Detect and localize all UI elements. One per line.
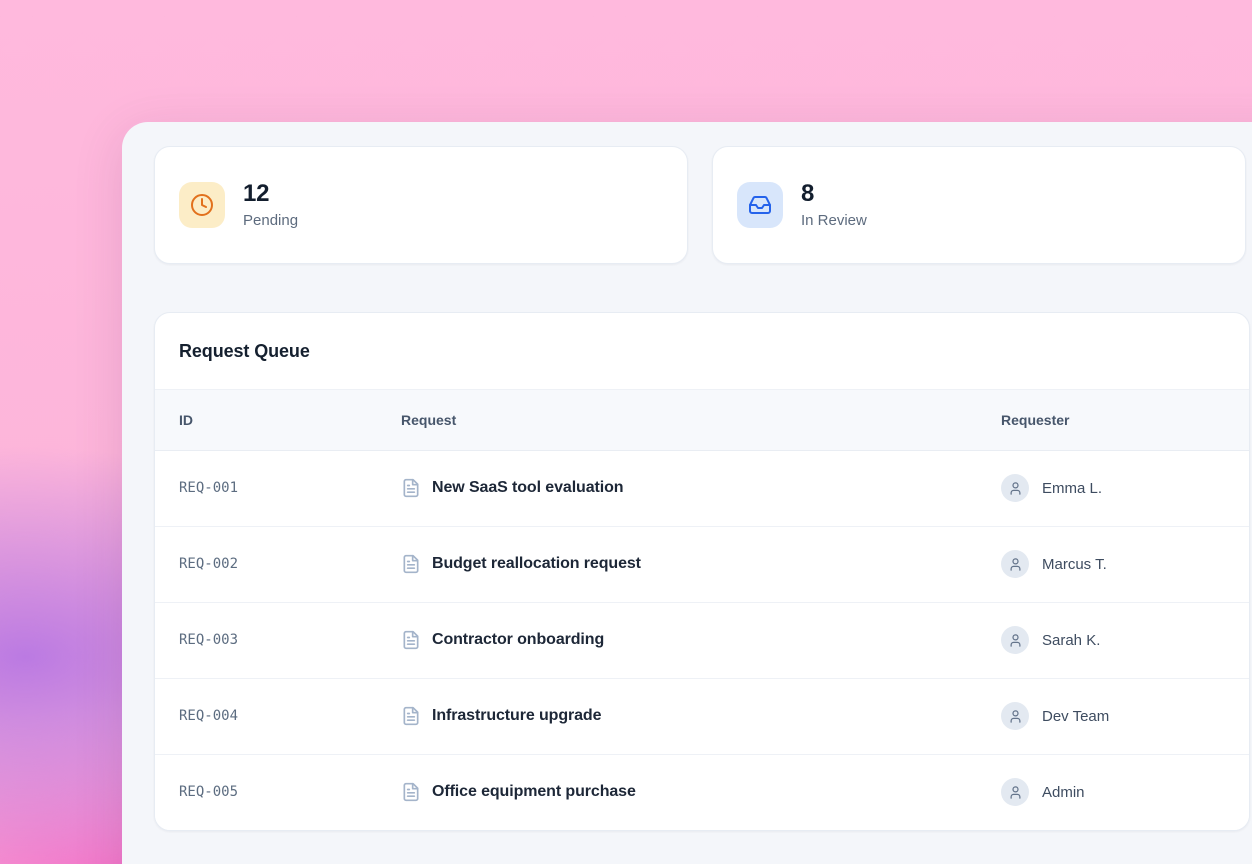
request-title: Budget reallocation request (432, 555, 641, 573)
request-queue-table: ID Request Requester REQ-001 New SaaS to… (155, 390, 1249, 830)
avatar (1001, 550, 1029, 578)
document-icon (401, 554, 421, 574)
document-icon (401, 478, 421, 498)
avatar (1001, 702, 1029, 730)
stat-card-pending: 12 Pending (154, 146, 688, 264)
stat-card-in-review: 8 In Review (712, 146, 1246, 264)
pending-label: Pending (243, 212, 298, 229)
request-queue-card: Request Queue ID Request Requester REQ-0… (154, 312, 1250, 831)
request-title: Infrastructure upgrade (432, 707, 601, 725)
in-review-count: 8 (801, 181, 867, 207)
stats-row: 12 Pending 8 In Review (154, 146, 1252, 264)
table-row[interactable]: REQ-004 Infrastructure upgrade Dev Team (155, 678, 1249, 754)
stat-text-pending: 12 Pending (243, 181, 298, 228)
avatar (1001, 778, 1029, 806)
table-header-row: ID Request Requester (155, 390, 1249, 450)
pending-count: 12 (243, 181, 298, 207)
table-row[interactable]: REQ-003 Contractor onboarding Sarah K. (155, 602, 1249, 678)
requester-name: Marcus T. (1042, 556, 1107, 573)
requester-name: Emma L. (1042, 480, 1102, 497)
stat-text-in-review: 8 In Review (801, 181, 867, 228)
in-review-label: In Review (801, 212, 867, 229)
panel-content: 12 Pending 8 In Review Reque (122, 122, 1252, 831)
request-title: Contractor onboarding (432, 631, 604, 649)
requester-name: Dev Team (1042, 708, 1109, 725)
avatar (1001, 626, 1029, 654)
column-header-id: ID (155, 390, 401, 450)
inbox-icon (737, 182, 783, 228)
request-id: REQ-004 (179, 708, 238, 724)
table-row[interactable]: REQ-005 Office equipment purchase Admin (155, 754, 1249, 830)
request-id: REQ-002 (179, 556, 238, 572)
document-icon (401, 782, 421, 802)
request-id: REQ-001 (179, 480, 238, 496)
column-header-requester: Requester (1001, 390, 1249, 450)
request-queue-header: Request Queue (155, 313, 1249, 390)
request-id: REQ-005 (179, 784, 238, 800)
document-icon (401, 630, 421, 650)
requester-name: Admin (1042, 784, 1085, 801)
avatar (1001, 474, 1029, 502)
request-id: REQ-003 (179, 632, 238, 648)
request-title: New SaaS tool evaluation (432, 479, 623, 497)
page-title: Request Queue (179, 341, 310, 362)
table-row[interactable]: REQ-002 Budget reallocation request Marc… (155, 526, 1249, 602)
document-icon (401, 706, 421, 726)
column-header-request: Request (401, 390, 1001, 450)
request-title: Office equipment purchase (432, 783, 636, 801)
table-row[interactable]: REQ-001 New SaaS tool evaluation Emma L. (155, 450, 1249, 526)
clock-icon (179, 182, 225, 228)
main-panel: 12 Pending 8 In Review Reque (122, 122, 1252, 864)
requester-name: Sarah K. (1042, 632, 1100, 649)
